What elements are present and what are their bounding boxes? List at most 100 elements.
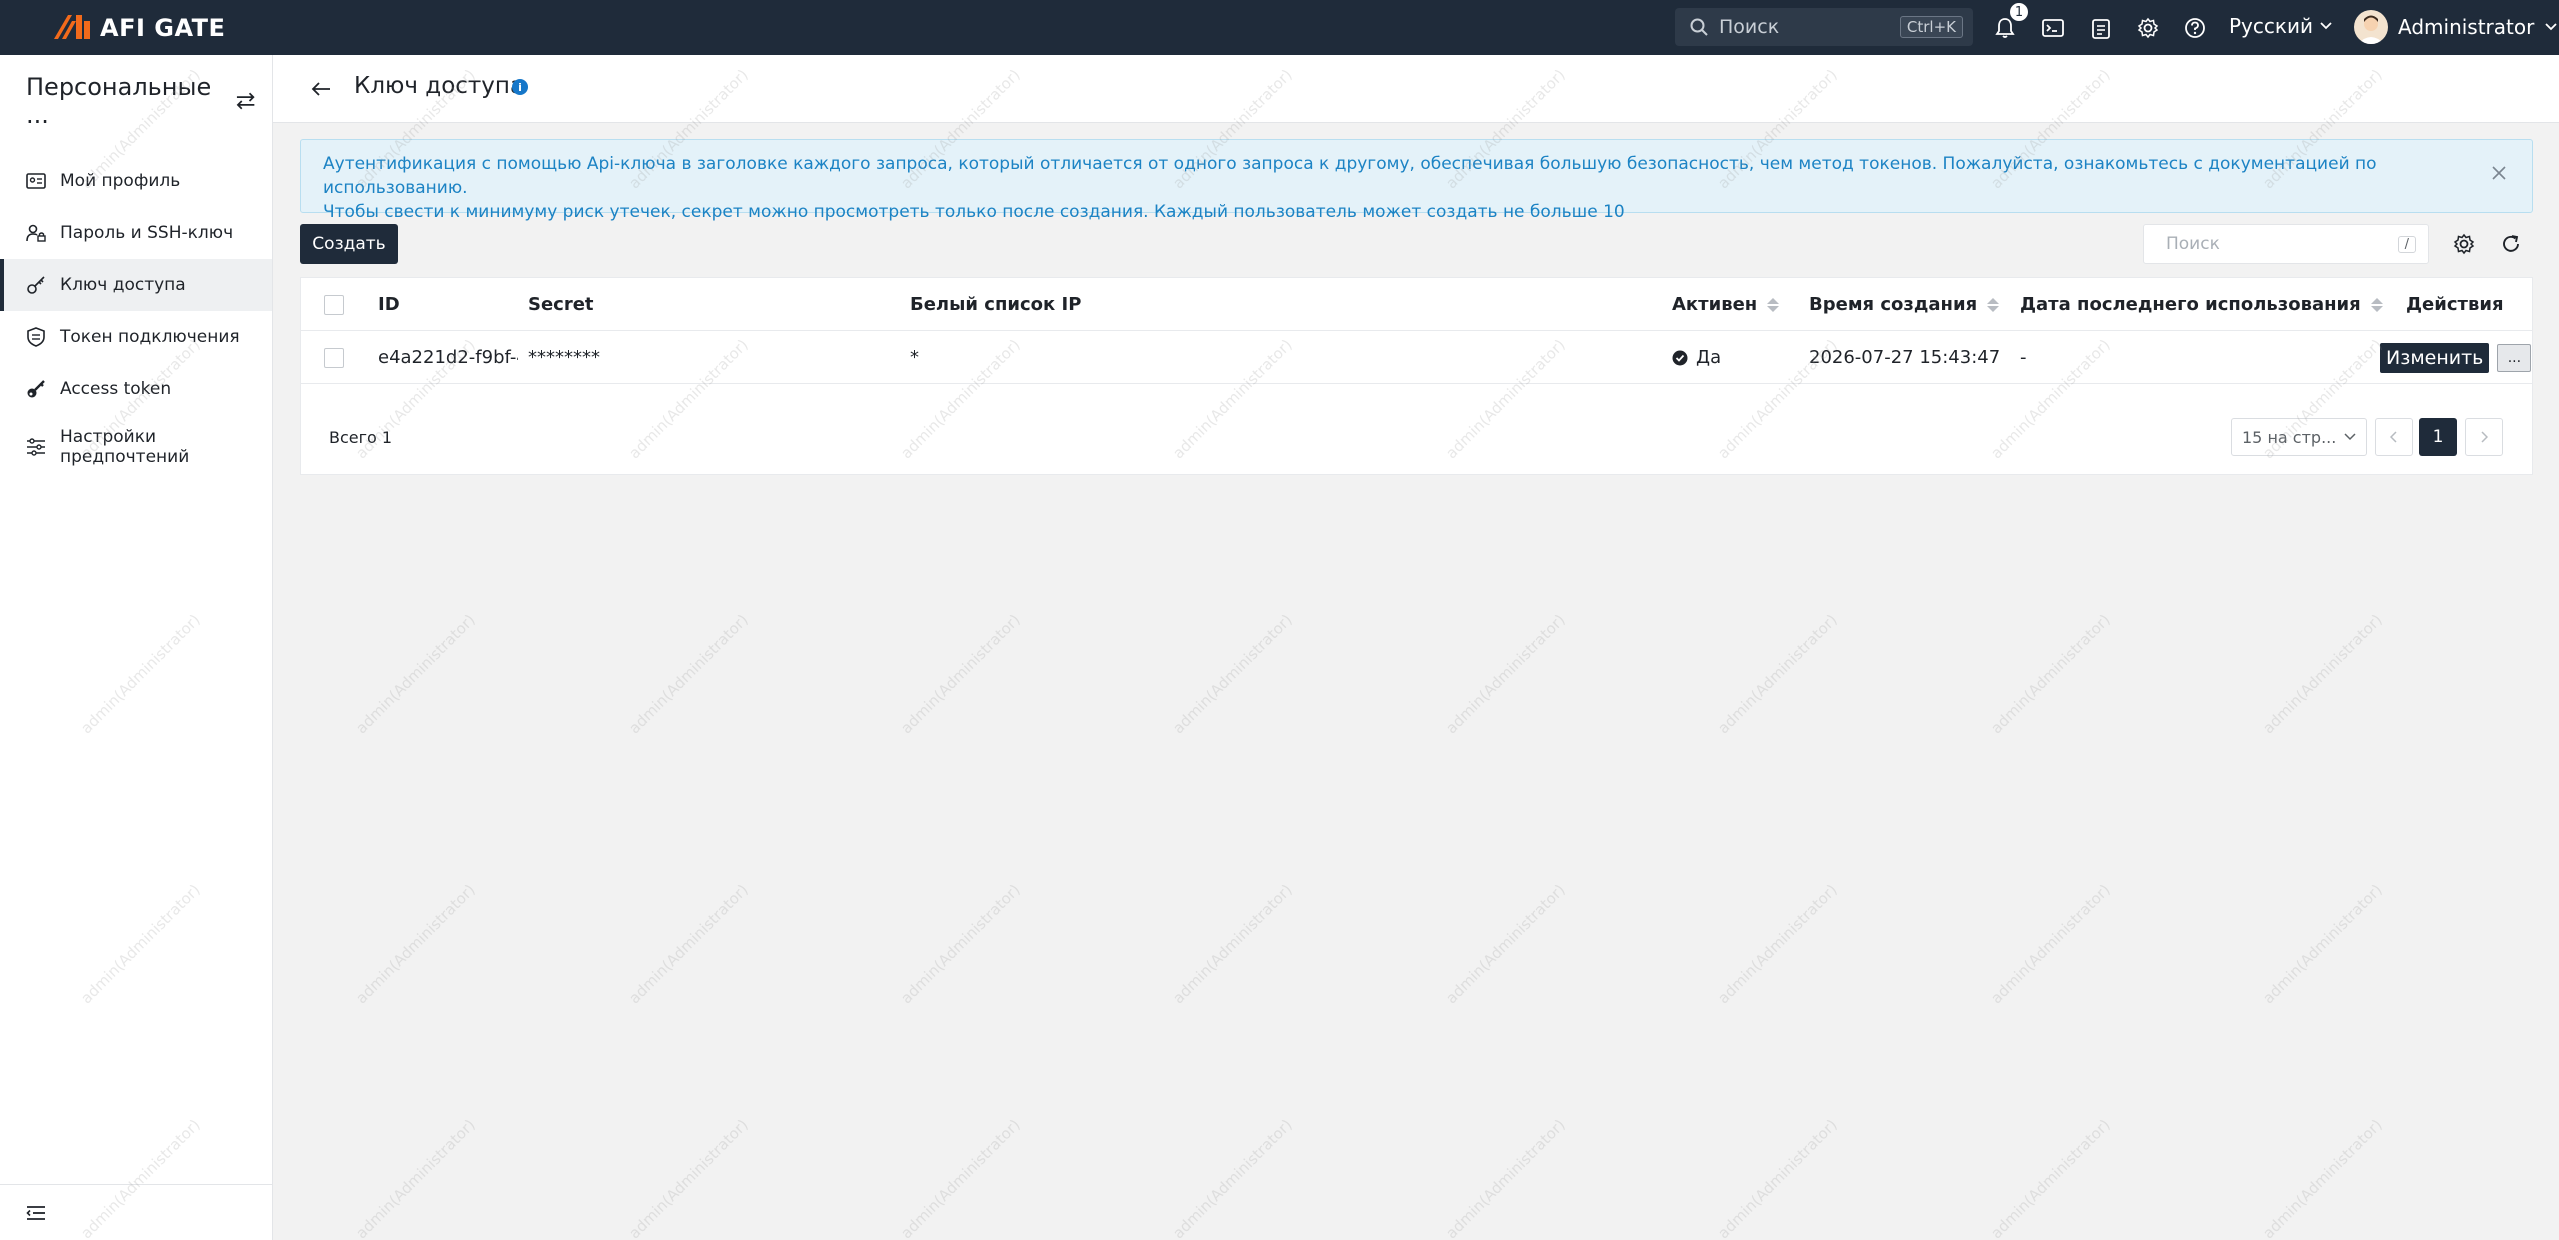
info-alert: Аутентификация с помощью Api-ключа в заг…: [300, 139, 2533, 222]
create-button[interactable]: Создать: [300, 224, 398, 264]
watermark-text: admin(Administrator): [1987, 1115, 2114, 1240]
notifications-button[interactable]: 1: [1991, 2, 2029, 42]
watermark-text: admin(Administrator): [897, 610, 1024, 738]
watermark-text: admin(Administrator): [1987, 880, 2114, 1008]
column-header-actions: Действия: [2406, 294, 2504, 315]
language-label: Русский: [2229, 14, 2313, 38]
watermark-text: admin(Administrator): [1987, 610, 2114, 738]
help-button[interactable]: [2181, 14, 2209, 42]
table-row: e4a221d2-f9bf-4 ******** * Да 2026-07-27…: [301, 331, 2532, 384]
sliders-icon: [26, 437, 46, 457]
chevron-right-icon: [2481, 431, 2488, 443]
search-shortcut-badge: Ctrl+K: [1899, 16, 1963, 38]
global-search[interactable]: Поиск Ctrl+K: [1675, 8, 1973, 46]
gear-icon[interactable]: [2453, 233, 2475, 255]
check-circle-icon: [1672, 350, 1688, 365]
info-icon[interactable]: i: [512, 79, 528, 95]
page-size-label: 15 на стр...: [2242, 427, 2337, 447]
chevron-down-icon: [2320, 22, 2332, 30]
key-icon: [26, 275, 46, 295]
sidebar-item-label: Настройки предпочтений: [60, 427, 190, 467]
sidebar-title: Персональные ...: [26, 73, 212, 129]
menu-collapse-icon: [26, 1205, 45, 1220]
watermark-text: admin(Administrator): [625, 610, 752, 738]
sort-icon[interactable]: [1987, 297, 2000, 312]
sidebar-header: Персональные ...: [26, 73, 256, 129]
sort-icon[interactable]: [2370, 297, 2383, 312]
watermark-text: admin(Administrator): [897, 1115, 1024, 1240]
sidebar-item-preferences[interactable]: Настройки предпочтений: [0, 415, 272, 479]
brand-name: AFI GATE: [100, 14, 226, 42]
settings-button[interactable]: [2134, 14, 2162, 42]
watermark-text: admin(Administrator): [1442, 610, 1569, 738]
cell-ip-whitelist: *: [910, 347, 919, 368]
watermark-text: admin(Administrator): [1442, 880, 1569, 1008]
page-number-current[interactable]: 1: [2419, 418, 2457, 456]
terminal-button[interactable]: [2039, 14, 2067, 42]
sidebar-item-connection-token[interactable]: Токен подключения: [0, 311, 272, 363]
watermark-text: admin(Administrator): [625, 880, 752, 1008]
table-header: ID Secret Белый список IP Активен Время …: [301, 278, 2532, 331]
tasks-button[interactable]: [2087, 14, 2115, 42]
more-actions-button[interactable]: ...: [2497, 343, 2532, 372]
select-all-cell: [324, 278, 344, 331]
switch-arrows-icon[interactable]: [235, 91, 256, 111]
top-bar: AFI GATE Поиск Ctrl+K 1 Русский Administ…: [0, 0, 2559, 55]
column-header-active-label: Активен: [1672, 294, 1758, 315]
edit-button[interactable]: Изменить: [2380, 342, 2490, 373]
watermark-text: admin(Administrator): [1169, 1115, 1296, 1240]
shield-icon: [26, 327, 46, 347]
sidebar-item-label: Пароль и SSH-ключ: [60, 223, 234, 243]
table-search-placeholder: Поиск: [2166, 234, 2220, 254]
sort-icon[interactable]: [1767, 297, 1780, 312]
avatar: [2354, 10, 2388, 44]
row-select-cell: [324, 331, 344, 384]
row-checkbox[interactable]: [324, 347, 344, 368]
terminal-icon: [2042, 19, 2064, 37]
sidebar-collapse[interactable]: [0, 1184, 272, 1240]
user-lock-icon: [26, 223, 46, 243]
page-size-select[interactable]: 15 на стр...: [2231, 418, 2367, 456]
prev-page-button[interactable]: [2375, 418, 2413, 456]
watermark-text: admin(Administrator): [352, 610, 479, 738]
sidebar-item-profile[interactable]: Мой профиль: [0, 155, 272, 207]
alert-line-2: Чтобы свести к минимуму риск утечек, сек…: [323, 202, 1625, 222]
cell-created: 2026-07-27 15:43:47: [1809, 347, 2001, 368]
user-name: Administrator: [2398, 15, 2535, 39]
column-header-id: ID: [378, 294, 400, 315]
sidebar-item-access-key[interactable]: Ключ доступа: [0, 259, 272, 311]
cell-actions: Изменить ...: [2380, 331, 2532, 384]
user-avatar-icon: [2358, 15, 2384, 44]
table-search-input[interactable]: Поиск /: [2143, 224, 2429, 264]
next-page-button[interactable]: [2465, 418, 2503, 456]
watermark-text: admin(Administrator): [897, 880, 1024, 1008]
refresh-icon[interactable]: [2500, 233, 2522, 255]
column-header-active[interactable]: Активен: [1672, 278, 1780, 331]
page-header: Ключ доступа i: [273, 55, 2559, 123]
sidebar-item-access-token[interactable]: Access token: [0, 363, 272, 415]
cell-id: e4a221d2-f9bf-4: [378, 347, 518, 368]
select-all-checkbox[interactable]: [324, 294, 344, 315]
logo-icon: [54, 15, 90, 39]
column-header-secret: Secret: [528, 294, 594, 315]
column-header-created-label: Время создания: [1809, 294, 1978, 315]
key-solid-icon: [26, 379, 46, 399]
id-card-icon: [26, 171, 46, 191]
user-menu[interactable]: Administrator: [2354, 10, 2558, 44]
watermark-text: admin(Administrator): [1169, 880, 1296, 1008]
sidebar-item-password-ssh[interactable]: Пароль и SSH-ключ: [0, 207, 272, 259]
logo[interactable]: AFI GATE: [50, 10, 225, 46]
column-header-ip-whitelist: Белый список IP: [910, 294, 1082, 315]
column-header-last-used[interactable]: Дата последнего использования: [2020, 278, 2383, 331]
close-icon[interactable]: [2490, 164, 2508, 182]
clipboard-icon: [2092, 19, 2110, 39]
column-header-created[interactable]: Время создания: [1809, 278, 2000, 331]
sidebar-item-label: Ключ доступа: [60, 275, 186, 295]
watermark-text: admin(Administrator): [1714, 880, 1841, 1008]
watermark-text: admin(Administrator): [2259, 610, 2386, 738]
back-arrow-icon[interactable]: [309, 77, 333, 101]
language-select[interactable]: Русский: [2229, 14, 2333, 38]
sidebar-item-label: Access token: [60, 379, 172, 399]
chevron-down-icon: [2545, 23, 2557, 31]
chevron-down-icon: [2344, 433, 2356, 441]
